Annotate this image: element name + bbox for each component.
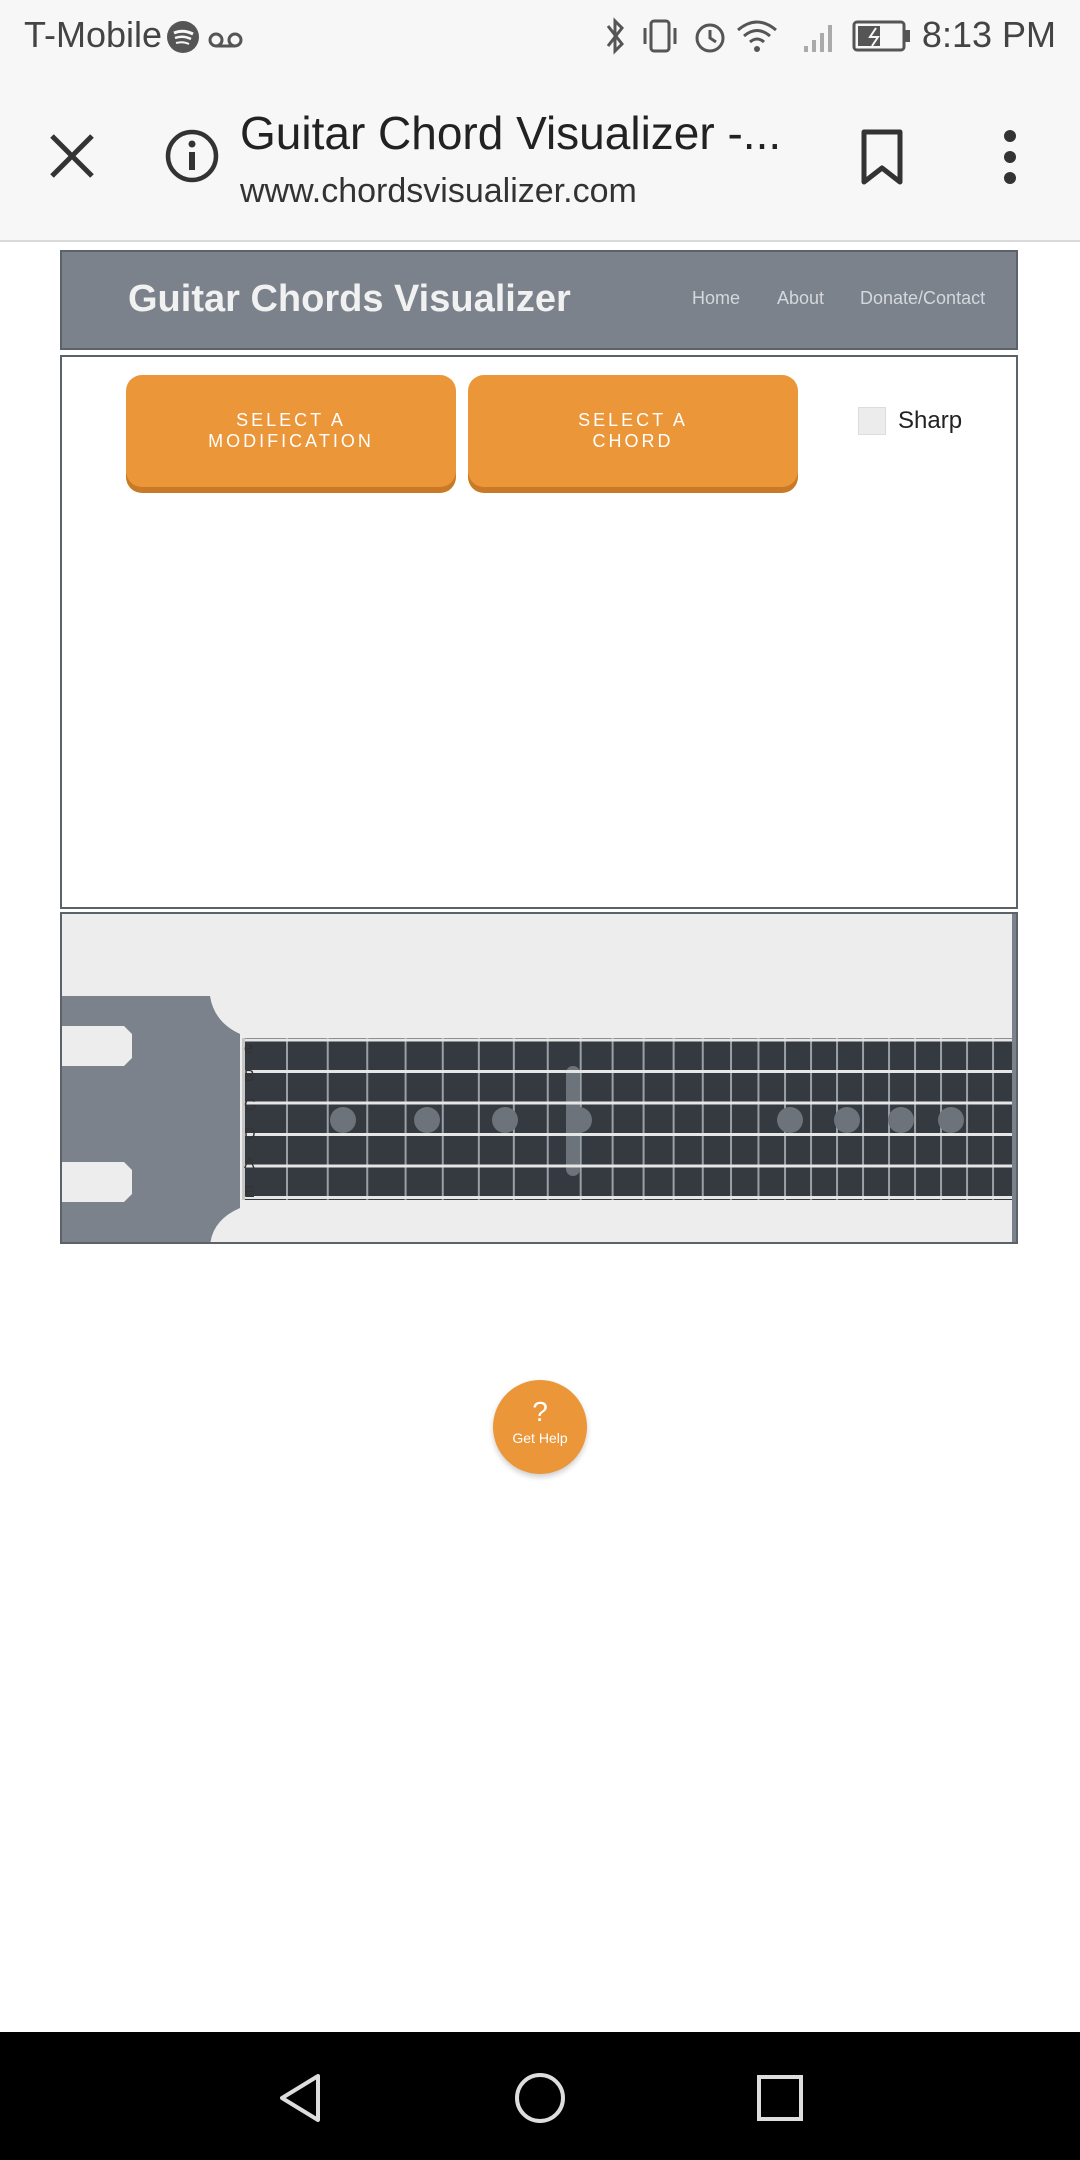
string-label-g: G [244, 1097, 257, 1114]
fret-marker [834, 1107, 860, 1133]
battery-icon [852, 20, 910, 52]
help-symbol: ? [532, 1396, 548, 1427]
fretboard-graphic [245, 1038, 1016, 1200]
fret-marker [777, 1107, 803, 1133]
double-fret-marker [566, 1066, 580, 1176]
voicemail-icon [208, 32, 243, 48]
fret-marker [330, 1107, 356, 1133]
carrier-label: T-Mobile [24, 14, 163, 55]
nav-home[interactable]: Home [692, 288, 740, 309]
back-icon[interactable] [274, 2072, 326, 2124]
sharp-checkbox[interactable] [858, 407, 886, 435]
nav-about[interactable]: About [777, 288, 824, 309]
url-text[interactable]: www.chordsvisualizer.com [240, 172, 637, 211]
info-icon[interactable] [164, 128, 220, 184]
select-chord-label: SELECT A CHORD [578, 410, 688, 451]
browser-toolbar: Guitar Chord Visualizer -... www.chordsv… [0, 72, 1080, 242]
help-label: Get Help [512, 1430, 568, 1446]
more-icon[interactable] [996, 128, 1024, 186]
close-icon[interactable] [48, 132, 96, 180]
android-nav-bar [0, 2032, 1080, 2160]
nav-donate-contact[interactable]: Donate/Contact [860, 288, 985, 309]
page-title: Guitar Chord Visualizer -... [240, 107, 782, 159]
fret-marker [492, 1107, 518, 1133]
signal-icon [804, 25, 832, 52]
fretboard [245, 1038, 1016, 1200]
string-label-low-e: E [244, 1184, 255, 1201]
select-chord-button[interactable]: SELECT A CHORD [468, 375, 798, 487]
alarm-icon [695, 23, 725, 53]
string-label-d: D [244, 1126, 256, 1143]
string-label-b: B [244, 1068, 255, 1085]
string-label-a: A [244, 1155, 255, 1172]
select-modification-label: SELECT A MODIFICATION [208, 410, 374, 451]
sharp-label: Sharp [898, 407, 963, 434]
fret-marker [938, 1107, 964, 1133]
vibrate-icon [643, 19, 677, 53]
recents-icon[interactable] [754, 2072, 806, 2124]
clock: 8:13 PM [921, 14, 1056, 55]
fret-marker [414, 1107, 440, 1133]
status-bar: T-Mobile 8:13 PM [0, 0, 1080, 72]
select-modification-button[interactable]: SELECT A MODIFICATION [126, 375, 456, 487]
fret-marker [888, 1107, 914, 1133]
get-help-button[interactable]: ? Get Help [493, 1380, 587, 1474]
guitar-visualizer: e B G D A E [60, 912, 1018, 1244]
home-icon[interactable] [512, 2070, 568, 2126]
bookmark-icon[interactable] [858, 128, 906, 186]
site-header: Guitar Chords Visualizer Home About Dona… [60, 250, 1018, 350]
site-title: Guitar Chords Visualizer [128, 278, 571, 320]
spotify-icon [167, 21, 199, 53]
scrollbar[interactable] [1012, 914, 1016, 1242]
string-label-e: e [244, 1040, 253, 1057]
chord-selection-panel: SELECT A MODIFICATION SELECT A CHORD Sha… [60, 355, 1018, 909]
guitar-headstock [62, 996, 240, 1242]
wifi-icon [737, 20, 777, 52]
bluetooth-icon [606, 17, 624, 55]
